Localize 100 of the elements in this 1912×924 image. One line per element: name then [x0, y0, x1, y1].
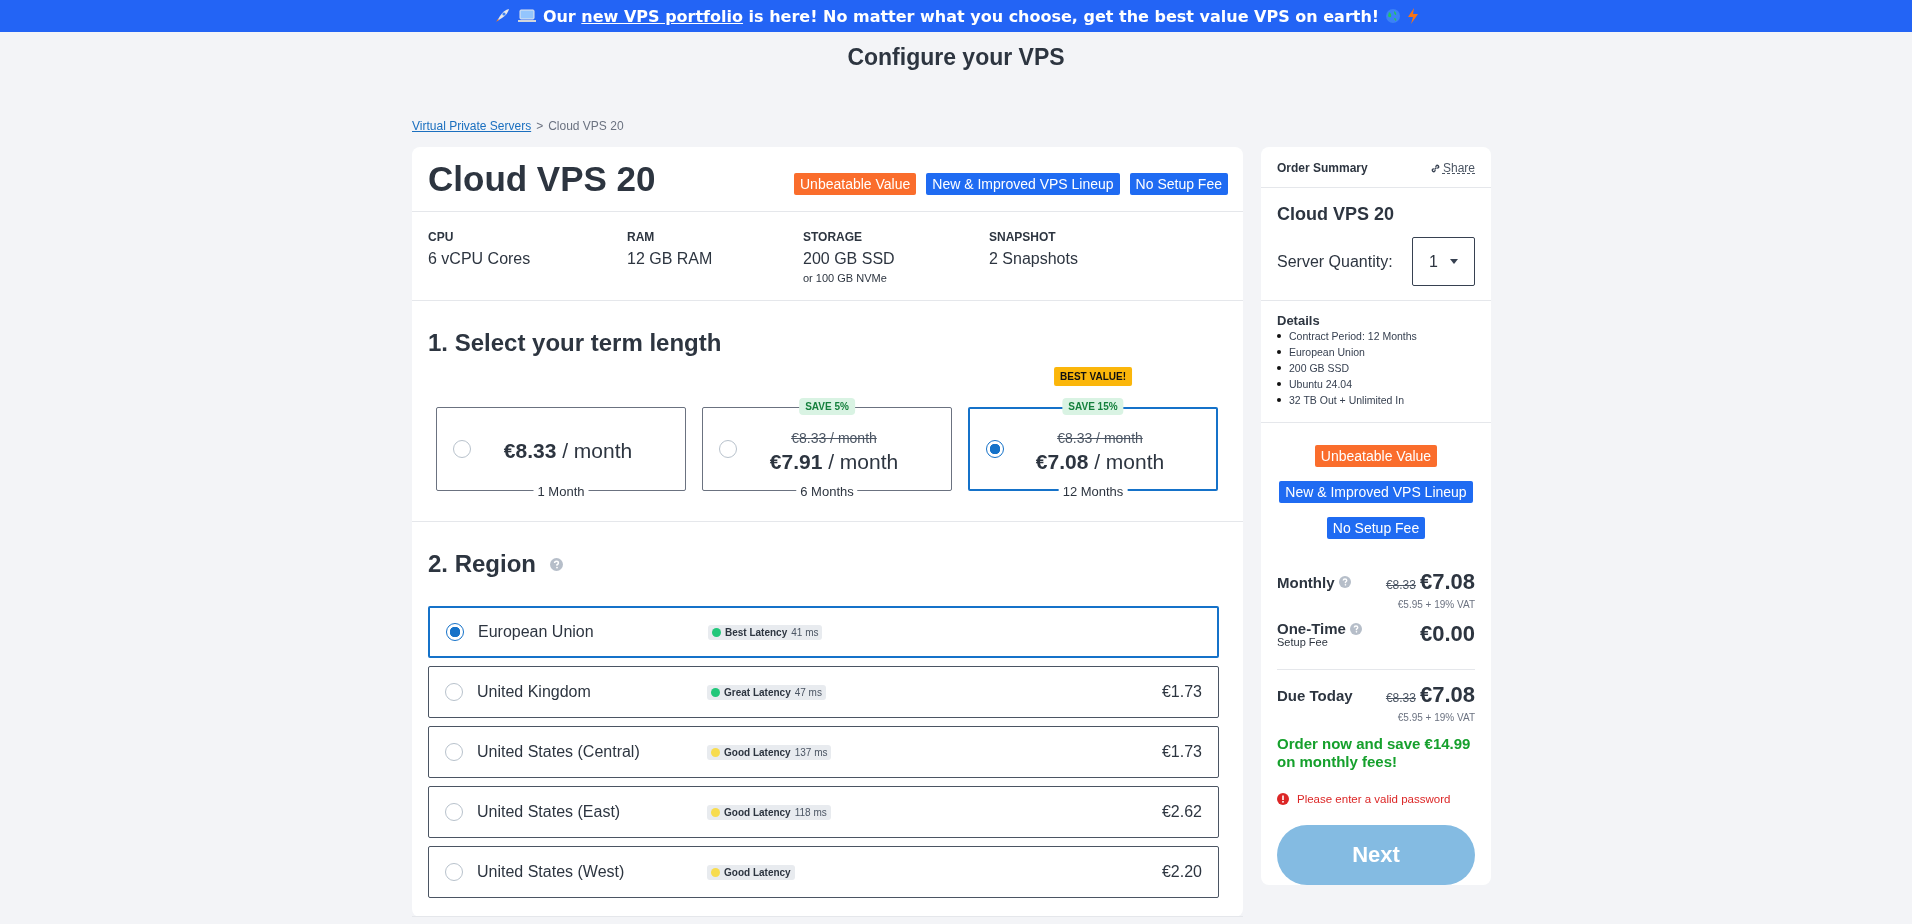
- term-label: 6 Months: [796, 484, 858, 499]
- link-icon: [1429, 162, 1441, 174]
- region-price: €2.62: [1161, 803, 1202, 821]
- radio-button[interactable]: [445, 863, 463, 881]
- latency-ms: 118 ms: [794, 806, 827, 818]
- product-badge: No Setup Fee: [1129, 173, 1228, 195]
- radio-button[interactable]: [986, 440, 1004, 458]
- region-name: United States (Central): [477, 743, 641, 761]
- bullet-icon: [1277, 398, 1281, 402]
- old-price: €8.33: [1385, 691, 1416, 705]
- latency-ms: 47 ms: [794, 686, 822, 698]
- error-message: Please enter a valid password: [1297, 793, 1451, 805]
- summary-title: Order Summary: [1277, 161, 1368, 175]
- product-name: Cloud VPS 20: [428, 159, 656, 199]
- radio-button[interactable]: [719, 440, 737, 458]
- page-title: Configure your VPS: [846, 44, 1066, 71]
- region-option[interactable]: United States (Central) Good Latency 137 ms €1.73: [428, 726, 1219, 778]
- old-price: €8.33 / month: [791, 430, 877, 446]
- help-icon[interactable]: [1338, 576, 1351, 588]
- caret-icon: [1449, 259, 1458, 264]
- latency-label: Good Latency: [724, 746, 791, 758]
- laptop-icon: [516, 8, 537, 24]
- detail-item: 200 GB SSD: [1289, 361, 1350, 376]
- spec-value: 6 vCPU Cores: [428, 250, 532, 268]
- region-price: €1.73: [1161, 743, 1202, 761]
- breadcrumb-current: Cloud VPS 20: [548, 119, 624, 133]
- detail-item: Contract Period: 12 Months: [1289, 329, 1417, 344]
- help-icon[interactable]: [550, 557, 563, 571]
- setup-price: €0.00: [1419, 620, 1475, 647]
- summary-badge: New & Improved VPS Lineup: [1279, 481, 1473, 503]
- promo-text: Our new VPS portfolio is here! No matter what you choose, get the best value VPS on earth!: [542, 6, 1380, 26]
- bullet-icon: [1277, 382, 1281, 386]
- term-price: €7.08 / month: [1035, 450, 1165, 474]
- spec-value: 12 GB RAM: [627, 250, 714, 268]
- region-name: European Union: [478, 623, 595, 641]
- bullet-icon: [1277, 350, 1281, 354]
- latency-label: Best Latency: [725, 626, 788, 638]
- region-option[interactable]: United States (East) Good Latency 118 ms €2.62: [428, 786, 1219, 838]
- due-today-label: Due Today: [1277, 686, 1353, 704]
- region-name: United Kingdom: [477, 683, 592, 701]
- quantity-select[interactable]: 1: [1412, 237, 1475, 286]
- help-icon[interactable]: [1349, 622, 1362, 635]
- term-price: €8.33 / month: [503, 439, 633, 463]
- best-value-tag: BEST VALUE!: [1054, 367, 1132, 386]
- radio-button[interactable]: [445, 683, 463, 701]
- latency-label: Great Latency: [724, 686, 791, 698]
- region-name: United States (West): [477, 863, 626, 881]
- radio-button[interactable]: [453, 440, 471, 458]
- spec-label: SNAPSHOT: [989, 230, 1057, 244]
- detail-item: Ubuntu 24.04: [1289, 377, 1353, 392]
- section-heading: 2. Region: [428, 550, 536, 578]
- latency-label: Good Latency: [724, 866, 791, 878]
- region-option[interactable]: European Union Best Latency 41 ms: [428, 606, 1219, 658]
- summary-product: Cloud VPS 20: [1277, 204, 1396, 225]
- save-badge: SAVE 5%: [799, 398, 855, 415]
- portfolio-link[interactable]: new VPS portfolio: [581, 6, 744, 26]
- detail-item: 32 TB Out + Unlimited In: [1289, 393, 1405, 408]
- old-price: €8.33 / month: [1057, 430, 1143, 446]
- latency-ms: 137 ms: [794, 746, 828, 758]
- monthly-label: Monthly: [1277, 573, 1335, 591]
- share-link[interactable]: Share: [1442, 161, 1475, 175]
- old-price: €8.33: [1385, 578, 1416, 592]
- setup-sublabel: Setup Fee: [1277, 637, 1329, 647]
- region-price: €2.20: [1161, 863, 1202, 881]
- spec-value: 2 Snapshots: [989, 250, 1078, 268]
- term-price: €7.91 / month: [769, 450, 899, 474]
- spec-label: RAM: [627, 230, 656, 244]
- detail-item: European Union: [1289, 345, 1365, 360]
- monthly-price: €7.08: [1419, 569, 1475, 595]
- spec-label: STORAGE: [803, 230, 864, 244]
- region-option[interactable]: United Kingdom Great Latency 47 ms €1.73: [428, 666, 1219, 718]
- details-title: Details: [1277, 313, 1321, 328]
- radio-button[interactable]: [446, 623, 464, 641]
- vat-note: €5.95 + 19% VAT: [1396, 712, 1475, 723]
- term-label: 12 Months: [1058, 484, 1128, 499]
- summary-badge: Unbeatable Value: [1314, 445, 1438, 467]
- save-badge: SAVE 15%: [1062, 398, 1124, 415]
- section-heading: 1. Select your term length: [428, 329, 723, 357]
- latency-label: Good Latency: [724, 806, 791, 818]
- region-price: €1.73: [1161, 683, 1202, 701]
- spec-label: CPU: [428, 230, 455, 244]
- summary-badge: No Setup Fee: [1326, 517, 1426, 539]
- latency-ms: 41 ms: [791, 626, 819, 638]
- radio-button[interactable]: [445, 743, 463, 761]
- product-badge: Unbeatable Value: [794, 173, 917, 195]
- radio-button[interactable]: [445, 803, 463, 821]
- spec-value: 200 GB SSD: [803, 250, 896, 268]
- savings-message: Order now and save €14.99 on monthly fees!: [1277, 735, 1472, 771]
- globe-icon: [1385, 8, 1402, 24]
- breadcrumb-separator: >: [536, 119, 544, 133]
- bullet-icon: [1277, 366, 1281, 370]
- region-option[interactable]: United States (West) Good Latency €2.20: [428, 846, 1219, 898]
- quantity-label: Server Quantity:: [1277, 252, 1393, 271]
- setup-label: One-Time: [1277, 620, 1346, 637]
- lightning-icon: [1407, 8, 1420, 24]
- breadcrumb-link[interactable]: Virtual Private Servers: [412, 119, 532, 133]
- spec-note: or 100 GB NVMe: [803, 272, 888, 284]
- bullet-icon: [1277, 334, 1281, 338]
- due-today-price: €7.08: [1419, 682, 1475, 708]
- error-icon: [1277, 793, 1289, 805]
